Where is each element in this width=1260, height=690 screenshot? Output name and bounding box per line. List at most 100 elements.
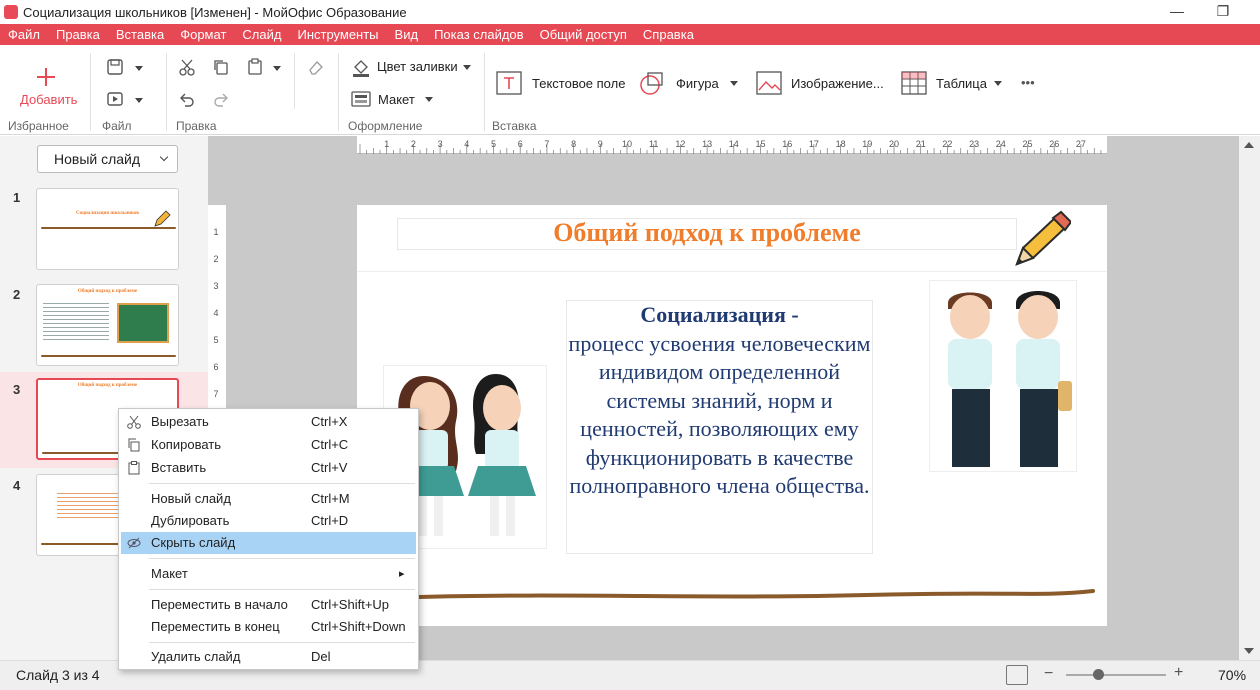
- menu-item-label: Новый слайд: [151, 491, 231, 506]
- slide-title: Общий подход к проблеме: [553, 218, 861, 247]
- shape-icon[interactable]: [637, 69, 667, 97]
- menu-item-copy[interactable]: Копировать Ctrl+C: [121, 434, 416, 456]
- zoom-slider[interactable]: [1066, 674, 1166, 676]
- layout-icon[interactable]: [350, 89, 372, 109]
- scissors-icon: [127, 415, 141, 429]
- text-field-icon[interactable]: [494, 69, 524, 97]
- menu-insert[interactable]: Вставка: [108, 24, 172, 45]
- menu-slideshow[interactable]: Показ слайдов: [426, 24, 532, 45]
- ruler-label: 11: [649, 139, 658, 149]
- menu-item-layout[interactable]: Макет ▸: [121, 563, 416, 585]
- add-button[interactable]: Добавить: [20, 92, 77, 107]
- ruler-label: 14: [729, 139, 739, 149]
- save-icon[interactable]: [104, 57, 126, 77]
- ruler-label: 2: [411, 139, 416, 149]
- menu-item-shortcut: Ctrl+D: [311, 513, 349, 528]
- maximize-button[interactable]: ❐: [1200, 0, 1246, 24]
- minimize-button[interactable]: —: [1154, 0, 1200, 24]
- clear-format-icon[interactable]: [305, 57, 327, 77]
- copy-icon[interactable]: [210, 57, 232, 77]
- table-dropdown-icon[interactable]: [994, 81, 1002, 86]
- ruler-label: 21: [916, 139, 926, 149]
- more-icon[interactable]: •••: [1021, 75, 1035, 90]
- zoom-slider-thumb[interactable]: [1093, 669, 1105, 680]
- table-icon[interactable]: [899, 69, 929, 97]
- definition-text: Социализация - процесс усвоения человече…: [566, 301, 873, 501]
- hide-icon: [127, 537, 141, 549]
- menu-item-label: Вставить: [151, 460, 207, 475]
- pencil-icon: [1015, 210, 1071, 266]
- menu-item-hide-slide[interactable]: Скрыть слайд: [121, 532, 416, 554]
- boys-image-icon: [948, 291, 1072, 467]
- menu-item-label: Дублировать: [151, 513, 230, 528]
- menu-item-paste[interactable]: Вставить Ctrl+V: [121, 457, 416, 479]
- vertical-scrollbar[interactable]: [1239, 136, 1260, 660]
- menu-help[interactable]: Справка: [635, 24, 702, 45]
- undo-icon[interactable]: [176, 89, 198, 109]
- save-dropdown-icon[interactable]: [135, 66, 143, 71]
- ruler-label: 18: [836, 139, 846, 149]
- ruler-label: 10: [622, 139, 632, 149]
- image-button[interactable]: Изображение...: [791, 76, 884, 91]
- fill-color-icon[interactable]: [350, 56, 372, 78]
- slide-thumbnail-2[interactable]: Общий подход к проблеме: [36, 284, 179, 366]
- ruler-label: 7: [544, 139, 549, 149]
- menu-sharing[interactable]: Общий доступ: [532, 24, 635, 45]
- shape-button[interactable]: Фигура: [676, 76, 719, 91]
- menu-item-cut[interactable]: Вырезать Ctrl+X: [121, 411, 416, 433]
- paste-dropdown-icon[interactable]: [273, 66, 281, 71]
- layout-button[interactable]: Макет: [378, 92, 415, 107]
- ruler-label: 26: [1049, 139, 1059, 149]
- slideshow-dropdown-icon[interactable]: [135, 98, 143, 103]
- menu-view[interactable]: Вид: [387, 24, 427, 45]
- group-edit-label: Правка: [176, 119, 217, 133]
- fill-color-dropdown-icon[interactable]: [463, 65, 471, 70]
- menu-edit[interactable]: Правка: [48, 24, 108, 45]
- zoom-in-button[interactable]: +: [1174, 664, 1183, 682]
- zoom-out-button[interactable]: −: [1044, 665, 1053, 683]
- menu-item-duplicate[interactable]: Дублировать Ctrl+D: [121, 510, 416, 532]
- slide-number-2: 2: [13, 287, 21, 302]
- redo-icon[interactable]: [210, 89, 232, 109]
- menu-item-move-to-start[interactable]: Переместить в начало Ctrl+Shift+Up: [121, 594, 416, 616]
- cut-icon[interactable]: [176, 57, 198, 77]
- ruler-label: 6: [518, 139, 523, 149]
- menu-file[interactable]: Файл: [0, 24, 48, 45]
- scroll-up-icon[interactable]: [1244, 142, 1254, 148]
- paste-icon[interactable]: [244, 57, 266, 77]
- menu-format[interactable]: Формат: [172, 24, 234, 45]
- layout-dropdown-icon[interactable]: [425, 97, 433, 102]
- fit-to-window-icon[interactable]: [1006, 665, 1028, 685]
- definition-dash: -: [785, 302, 799, 327]
- image-icon[interactable]: [754, 69, 784, 97]
- text-field-button[interactable]: Текстовое поле: [532, 76, 625, 91]
- ruler-label: 5: [213, 335, 218, 345]
- scroll-down-icon[interactable]: [1244, 648, 1254, 654]
- menu-item-new-slide[interactable]: Новый слайд Ctrl+M: [121, 488, 416, 510]
- paste-icon: [128, 461, 140, 475]
- vertical-ruler: 1 2 3 4 5 6 7: [208, 205, 226, 425]
- shape-dropdown-icon[interactable]: [730, 81, 738, 86]
- definition-term: Социализация: [640, 302, 786, 327]
- title-bar: Социализация школьников [Изменен] - МойО…: [0, 0, 1260, 24]
- table-button[interactable]: Таблица: [936, 76, 987, 91]
- menu-item-label: Переместить в конец: [151, 619, 280, 634]
- ruler-label: 8: [571, 139, 576, 149]
- ruler-label: 16: [782, 139, 792, 149]
- slideshow-icon[interactable]: [104, 89, 126, 109]
- group-insert-label: Вставка: [492, 119, 537, 133]
- boys-illustration[interactable]: [929, 280, 1077, 472]
- menu-tools[interactable]: Инструменты: [289, 24, 386, 45]
- slide-canvas[interactable]: Общий подход к проблеме Социализация - п…: [357, 205, 1107, 626]
- fill-color-button[interactable]: Цвет заливки: [377, 59, 458, 74]
- decorative-line: [417, 589, 1095, 599]
- add-icon[interactable]: [32, 65, 60, 89]
- new-slide-dropdown[interactable]: Новый слайд: [37, 145, 178, 173]
- thumb-title: Общий подход к проблеме: [77, 289, 138, 294]
- menu-slide[interactable]: Слайд: [234, 24, 289, 45]
- menu-item-delete-slide[interactable]: Удалить слайд Del: [121, 646, 416, 668]
- menu-item-move-to-end[interactable]: Переместить в конец Ctrl+Shift+Down: [121, 616, 416, 638]
- slide-thumbnail-1[interactable]: Социализация школьников: [36, 188, 179, 270]
- copy-icon: [128, 438, 140, 452]
- slide-number-1: 1: [13, 190, 21, 205]
